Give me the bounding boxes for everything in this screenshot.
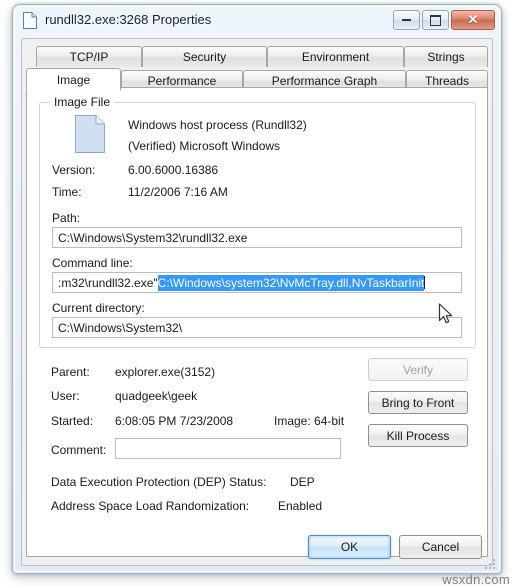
parent-value: explorer.exe(3152) xyxy=(115,365,216,379)
maximize-icon xyxy=(423,11,448,29)
comment-label: Comment: xyxy=(51,443,107,457)
current-directory-value: C:\Windows\System32\ xyxy=(58,320,183,335)
dep-value: DEP xyxy=(290,475,315,489)
resize-grip[interactable] xyxy=(484,557,496,569)
bring-to-front-button[interactable]: Bring to Front xyxy=(368,391,468,414)
minimize-button[interactable] xyxy=(393,10,420,30)
file-document-icon xyxy=(75,115,105,153)
current-directory-label: Current directory: xyxy=(52,301,145,315)
tab-label: Security xyxy=(182,50,227,64)
aslr-label: Address Space Load Randomization: xyxy=(51,499,250,513)
watermark: wsxdn.com xyxy=(442,572,510,587)
mouse-cursor-icon xyxy=(438,303,454,325)
kill-process-button[interactable]: Kill Process xyxy=(368,424,468,447)
image-file-groupbox: Image File Windows host process (Rundll3… xyxy=(39,95,476,348)
image-file-group-title: Image File xyxy=(50,95,115,109)
tab-label: Image xyxy=(56,72,91,87)
tab-security[interactable]: Security xyxy=(142,46,267,67)
aslr-value: Enabled xyxy=(278,499,323,513)
verify-button[interactable]: Verify xyxy=(368,358,468,381)
path-value: C:\Windows\System32\rundll32.exe xyxy=(58,230,248,245)
tab-row-1: TCP/IP Security Environment Strings xyxy=(26,45,488,67)
command-line-prefix: :m32\rundll32.exe" xyxy=(58,275,158,290)
time-label: Time: xyxy=(52,185,82,199)
user-value: quadgeek\geek xyxy=(115,389,198,403)
path-label: Path: xyxy=(52,211,81,225)
current-directory-input[interactable]: C:\Windows\System32\ xyxy=(52,317,462,338)
started-value: 6:08:05 PM 7/23/2008 xyxy=(115,414,234,428)
ok-button[interactable]: OK xyxy=(308,535,391,559)
tab-environment[interactable]: Environment xyxy=(267,46,404,67)
screen: rundll32.exe:3268 Properties ✕ TCP/IP Se… xyxy=(0,0,514,588)
path-input[interactable]: C:\Windows\System32\rundll32.exe xyxy=(52,227,462,248)
dep-label: Data Execution Protection (DEP) Status: xyxy=(51,475,267,489)
tab-label: Environment xyxy=(301,50,370,64)
close-button[interactable]: ✕ xyxy=(451,10,495,30)
tab-label: Performance xyxy=(147,74,217,88)
tab-page-image: Image File Windows host process (Rundll3… xyxy=(26,87,488,557)
tab-label: Strings xyxy=(427,50,465,64)
cancel-button[interactable]: Cancel xyxy=(399,535,482,559)
version-label: Version: xyxy=(52,163,96,177)
minimize-icon xyxy=(394,11,419,29)
title-bar[interactable]: rundll32.exe:3268 Properties ✕ xyxy=(13,5,501,37)
tab-label: Performance Graph xyxy=(271,74,378,88)
image-description: Windows host process (Rundll32) xyxy=(128,118,307,132)
version-value: 6.00.6000.16386 xyxy=(128,163,219,177)
dialog-footer: OK Cancel xyxy=(22,527,492,565)
tab-tcpip[interactable]: TCP/IP xyxy=(36,46,142,67)
text-caret xyxy=(424,276,426,289)
command-line-input[interactable]: :m32\rundll32.exe" C:\Windows\system32\Nv… xyxy=(52,272,462,293)
document-icon xyxy=(23,12,37,29)
window-title: rundll32.exe:3268 Properties xyxy=(45,12,212,27)
image-publisher: (Verified) Microsoft Windows xyxy=(128,139,281,153)
image-bits-label: Image: 64-bit xyxy=(274,414,345,428)
tab-label: TCP/IP xyxy=(69,50,109,64)
caption-buttons: ✕ xyxy=(391,10,495,30)
tab-image[interactable]: Image xyxy=(26,68,121,91)
comment-input[interactable] xyxy=(115,438,341,459)
tab-strip: TCP/IP Security Environment Strings Imag… xyxy=(26,45,488,91)
tab-strings[interactable]: Strings xyxy=(404,46,488,67)
started-label: Started: xyxy=(51,414,94,428)
verify-button-label: Verify xyxy=(402,362,433,377)
tab-label: Threads xyxy=(424,74,470,88)
user-label: User: xyxy=(51,389,80,403)
command-line-label: Command line: xyxy=(52,256,133,270)
command-line-selected-text: C:\Windows\system32\NvMcTray.dll,NvTaskb… xyxy=(157,274,425,291)
time-value: 11/2/2006 7:16 AM xyxy=(128,185,228,199)
parent-label: Parent: xyxy=(51,365,90,379)
kill-process-button-label: Kill Process xyxy=(386,428,450,443)
bring-to-front-button-label: Bring to Front xyxy=(381,395,455,410)
maximize-button[interactable] xyxy=(422,10,449,30)
properties-window: rundll32.exe:3268 Properties ✕ TCP/IP Se… xyxy=(12,4,502,574)
dialog-client-area: TCP/IP Security Environment Strings Imag… xyxy=(21,38,493,566)
close-icon: ✕ xyxy=(467,12,479,27)
ok-button-label: OK xyxy=(340,540,359,554)
cancel-button-label: Cancel xyxy=(421,540,460,554)
